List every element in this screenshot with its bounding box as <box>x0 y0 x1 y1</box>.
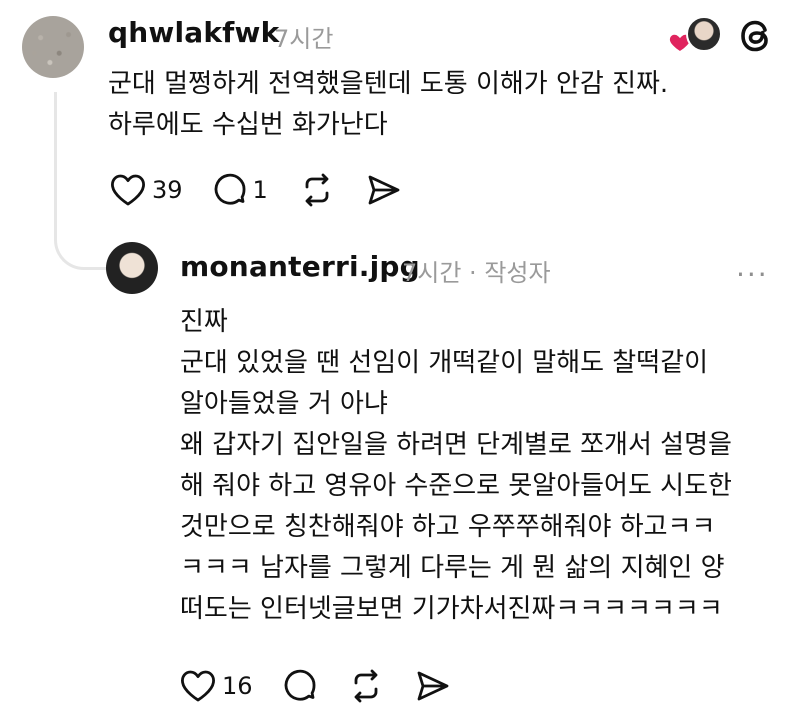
comment-line: 하루에도 수십번 화가난다 <box>108 110 388 140</box>
comment-icon <box>214 173 245 205</box>
reply-button[interactable] <box>283 669 317 703</box>
share-button[interactable] <box>415 669 451 703</box>
reply-actions: 16 <box>180 668 481 704</box>
threads-logo-icon[interactable] <box>738 16 774 56</box>
repost-icon <box>354 669 377 703</box>
like-button[interactable]: 39 <box>110 173 183 207</box>
comment-actions: 39 1 <box>110 172 432 208</box>
comment-timestamp: 7시간 <box>274 25 334 53</box>
reply-line: 떠도는 인터넷글보면 기가차서진짜ㅋㅋㅋㅋㅋㅋㅋ <box>180 594 723 624</box>
reply-timestamp: 7시간 · 작성자 <box>402 259 551 287</box>
reply-line: 군대 있었을 땐 선임이 개떡같이 말해도 찰떡같이 <box>180 348 708 378</box>
heart-icon <box>181 670 215 702</box>
comment-body: 군대 멀쩡하게 전역했을텐데 도통 이해가 안감 진짜. 하루에도 수십번 화가… <box>108 64 668 146</box>
comment-icon <box>284 669 315 701</box>
avatar[interactable] <box>22 16 84 78</box>
reply-line: 진짜 <box>180 307 228 337</box>
repost-icon <box>305 173 329 207</box>
reply-line: 해 줘야 하고 영유아 수준으로 못알아들어도 시도한 <box>180 471 732 501</box>
share-button[interactable] <box>366 173 402 207</box>
more-icon[interactable]: ··· <box>736 258 769 291</box>
reply-line: 것만으로 칭찬해줘야 하고 우쭈쭈해줘야 하고ㅋㅋ <box>180 512 716 542</box>
share-icon <box>417 671 448 701</box>
comment-line: 군대 멀쩡하게 전역했을텐데 도통 이해가 안감 진짜. <box>108 69 669 99</box>
reply-line: ㅋㅋㅋ 남자를 그렇게 다루는 게 뭔 삶의 지혜인 양 <box>180 553 725 583</box>
like-count: 39 <box>152 176 183 204</box>
reply-button[interactable]: 1 <box>213 173 268 207</box>
like-count: 16 <box>222 672 253 700</box>
repost-button[interactable] <box>347 668 385 704</box>
liked-by-indicator[interactable] <box>668 16 728 56</box>
thread-connector-line <box>54 92 108 270</box>
avatar <box>686 16 722 52</box>
heart-icon <box>111 174 145 206</box>
reply-line: 왜 갑자기 집안일을 하려면 단계별로 쪼개서 설명을 <box>180 430 732 460</box>
threads-conversation: qhwlakfwk 7시간 군대 멀쩡하게 전역했을텐데 도통 이해가 안감 진… <box>0 0 800 721</box>
reply-body: 진짜 군대 있었을 땐 선임이 개떡같이 말해도 찰떡같이 알아들었을 거 아냐… <box>180 302 732 630</box>
share-icon <box>368 175 400 205</box>
avatar[interactable] <box>106 242 158 294</box>
comment-username[interactable]: qhwlakfwk <box>108 16 279 49</box>
reply-username[interactable]: monanterri.jpg <box>180 250 420 283</box>
repost-button[interactable] <box>298 172 336 208</box>
reply-count: 1 <box>252 176 268 204</box>
reply-line: 알아들었을 거 아냐 <box>180 389 388 419</box>
like-button[interactable]: 16 <box>180 669 253 703</box>
